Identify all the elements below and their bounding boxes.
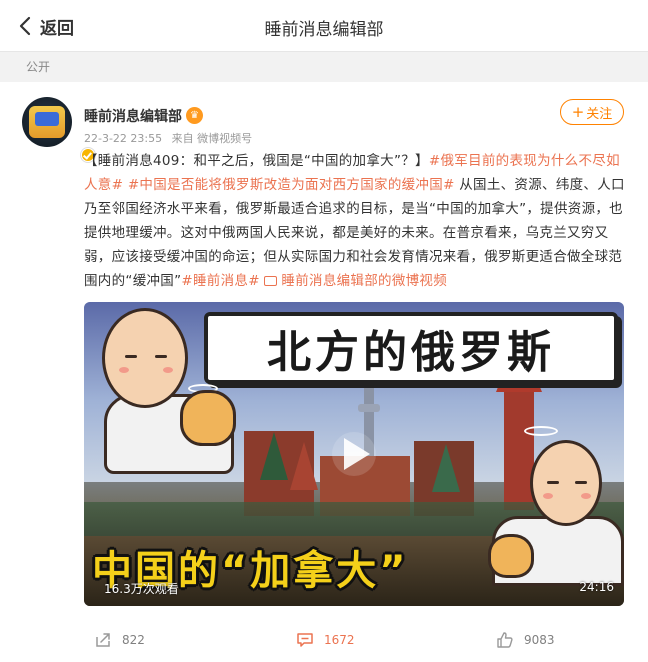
thumbs-up-icon bbox=[497, 632, 513, 648]
like-count: 9083 bbox=[524, 633, 555, 647]
comment-button[interactable]: 1672 bbox=[296, 628, 355, 652]
post-card: 睡前消息编辑部 ♛ 22-3-22 23:55 来自 微博视频号 + 关注 【睡… bbox=[0, 82, 648, 662]
post-source: 来自 微博视频号 bbox=[171, 132, 253, 145]
username[interactable]: 睡前消息编辑部 bbox=[84, 106, 182, 126]
avatar[interactable] bbox=[22, 97, 96, 163]
follow-button[interactable]: + 关注 bbox=[560, 99, 624, 125]
plus-icon: + bbox=[571, 102, 585, 121]
video-duration: 24:16 bbox=[579, 580, 614, 594]
post-timestamp[interactable]: 22-3-22 23:55 bbox=[84, 132, 162, 145]
video-title-banner: 北方的俄罗斯 bbox=[204, 312, 618, 384]
video-source-link[interactable]: 睡前消息编辑部的微博视频 bbox=[264, 273, 447, 289]
video-source-label: 睡前消息编辑部的微博视频 bbox=[281, 273, 448, 289]
comment-count: 1672 bbox=[324, 633, 355, 647]
video-scene-kremlin-tower bbox=[496, 336, 542, 510]
cartoon-cat bbox=[488, 534, 534, 578]
post-title-segment: 【睡前消息409：和平之后，俄国是“中国的加拿大”？】 bbox=[84, 153, 429, 169]
cartoon-host-face bbox=[102, 308, 188, 408]
hashtag-link[interactable]: #中国是否能将俄罗斯改造为面对西方国家的缓冲国# bbox=[128, 177, 455, 193]
weibo-post-page: 返回 睡前消息编辑部 公开 睡前消息编辑部 ♛ 22-3-22 23:55 来自… bbox=[0, 0, 648, 662]
top-navigation-bar: 返回 睡前消息编辑部 bbox=[0, 0, 648, 52]
video-scene-spire bbox=[290, 442, 318, 490]
post-actions-bar: 822 1672 9083 bbox=[0, 622, 648, 662]
comment-icon bbox=[297, 633, 313, 647]
video-player[interactable]: 北方的俄罗斯 中国的“加拿大” 16.3万次观看 24:16 bbox=[84, 302, 624, 606]
avatar-logo bbox=[29, 106, 65, 138]
cartoon-cat bbox=[180, 390, 236, 446]
repost-count: 822 bbox=[122, 633, 145, 647]
video-scene-spire bbox=[432, 444, 460, 492]
post-content: 【睡前消息409：和平之后，俄国是“中国的加拿大”？】#俄军目前的表现为什么不尽… bbox=[84, 149, 628, 293]
repost-button[interactable]: 822 bbox=[94, 628, 145, 652]
repost-icon bbox=[96, 633, 110, 647]
halo-icon bbox=[524, 426, 558, 436]
follow-label: 关注 bbox=[586, 106, 613, 122]
like-button[interactable]: 9083 bbox=[496, 628, 555, 652]
video-title-top: 北方的俄罗斯 bbox=[267, 327, 555, 378]
vip-badge-icon: ♛ bbox=[186, 107, 203, 124]
play-button[interactable] bbox=[332, 432, 376, 476]
visibility-label: 公开 bbox=[26, 60, 51, 74]
page-title: 睡前消息编辑部 bbox=[264, 20, 384, 40]
post-meta: 22-3-22 23:55 来自 微博视频号 bbox=[84, 130, 258, 146]
cartoon-host-face bbox=[530, 440, 602, 526]
video-link-icon bbox=[264, 276, 278, 286]
play-icon bbox=[344, 438, 370, 470]
hashtag-link[interactable]: #睡前消息# bbox=[181, 273, 259, 289]
video-view-count: 16.3万次观看 bbox=[104, 582, 179, 596]
video-scene-spire bbox=[260, 432, 288, 480]
